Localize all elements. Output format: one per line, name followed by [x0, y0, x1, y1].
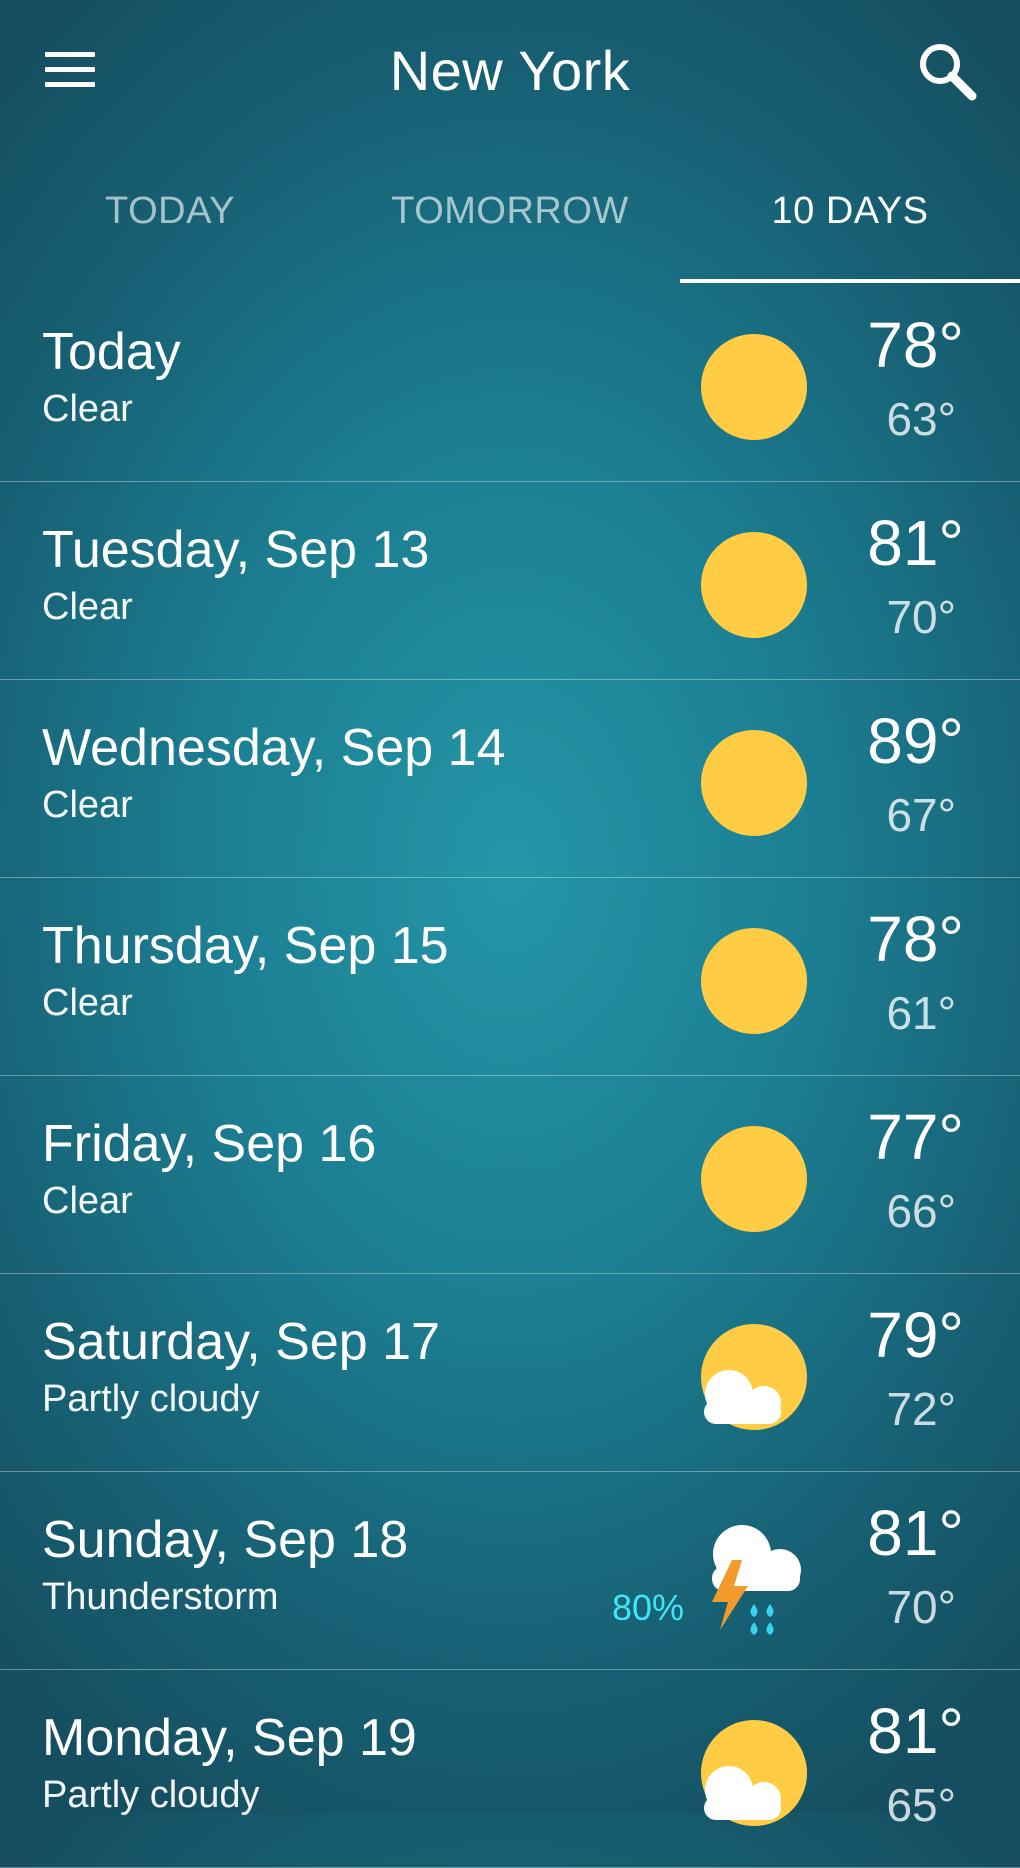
forecast-condition: Partly cloudy — [42, 1378, 260, 1420]
forecast-day: Wednesday, Sep 14 — [42, 719, 506, 777]
forecast-row[interactable]: Wednesday, Sep 14 Clear 89° 67° — [0, 680, 1020, 878]
city-title: New York — [389, 39, 631, 102]
forecast-day: Saturday, Sep 17 — [42, 1313, 440, 1371]
high-temp: 81° — [867, 1497, 964, 1569]
forecast-row[interactable]: Saturday, Sep 17 Partly cloudy 79° 72° — [0, 1274, 1020, 1472]
forecast-row[interactable]: Today Clear 78° 63° — [0, 284, 1020, 482]
low-temp: 70° — [886, 1581, 956, 1633]
forecast-tabs: TODAY TOMORROW 10 DAYS — [0, 168, 1020, 284]
high-temp: 78° — [867, 903, 964, 975]
sun-icon — [690, 916, 820, 1046]
forecast-day: Monday, Sep 19 — [42, 1709, 417, 1767]
forecast-condition: Clear — [42, 982, 133, 1024]
low-temp: 66° — [886, 1185, 956, 1237]
tab-tomorrow[interactable]: TOMORROW — [340, 190, 680, 233]
low-temp: 72° — [886, 1383, 956, 1435]
thunderstorm-icon — [690, 1510, 820, 1640]
forecast-day: Friday, Sep 16 — [42, 1115, 377, 1173]
forecast-condition: Clear — [42, 1180, 133, 1222]
precip-chance: 80% — [611, 1587, 684, 1628]
high-temp: 81° — [867, 507, 964, 579]
app-bar: New York — [0, 0, 1020, 140]
forecast-condition: Clear — [42, 388, 133, 430]
sun-icon — [690, 520, 820, 650]
forecast-day: Tuesday, Sep 13 — [42, 521, 430, 579]
partly-cloudy-icon — [690, 1708, 820, 1838]
high-temp: 79° — [867, 1299, 964, 1371]
high-temp: 78° — [867, 309, 964, 381]
high-temp: 77° — [867, 1101, 964, 1173]
high-temp: 89° — [867, 705, 964, 777]
forecast-list: Today Clear 78° 63° Tuesday, Sep 13 Clea… — [0, 284, 1020, 1868]
forecast-day: Sunday, Sep 18 — [42, 1511, 409, 1569]
high-temp: 81° — [867, 1695, 964, 1767]
sun-icon — [690, 1114, 820, 1244]
forecast-day: Thursday, Sep 15 — [42, 917, 449, 975]
low-temp: 67° — [886, 789, 956, 841]
active-tab-indicator — [680, 279, 1020, 283]
forecast-row[interactable]: Thursday, Sep 15 Clear 78° 61° — [0, 878, 1020, 1076]
tab-today[interactable]: TODAY — [0, 190, 340, 233]
sun-icon — [690, 718, 820, 848]
search-icon[interactable] — [916, 40, 980, 104]
forecast-condition: Clear — [42, 784, 133, 826]
forecast-row[interactable]: Friday, Sep 16 Clear 77° 66° — [0, 1076, 1020, 1274]
forecast-row[interactable]: Sunday, Sep 18 Thunderstorm 80% 81° 70° — [0, 1472, 1020, 1670]
forecast-row[interactable]: Monday, Sep 19 Partly cloudy 81° 65° — [0, 1670, 1020, 1868]
partly-cloudy-icon — [690, 1312, 820, 1442]
tab-10-days[interactable]: 10 DAYS — [680, 190, 1020, 233]
forecast-condition: Partly cloudy — [42, 1774, 260, 1816]
low-temp: 65° — [886, 1779, 956, 1831]
forecast-row[interactable]: Tuesday, Sep 13 Clear 81° 70° — [0, 482, 1020, 680]
forecast-day: Today — [42, 323, 181, 381]
forecast-condition: Clear — [42, 586, 133, 628]
low-temp: 70° — [886, 591, 956, 643]
low-temp: 61° — [886, 987, 956, 1039]
sun-icon — [690, 322, 820, 452]
forecast-condition: Thunderstorm — [42, 1576, 279, 1618]
hamburger-menu-icon[interactable] — [42, 50, 98, 90]
low-temp: 63° — [886, 393, 956, 445]
